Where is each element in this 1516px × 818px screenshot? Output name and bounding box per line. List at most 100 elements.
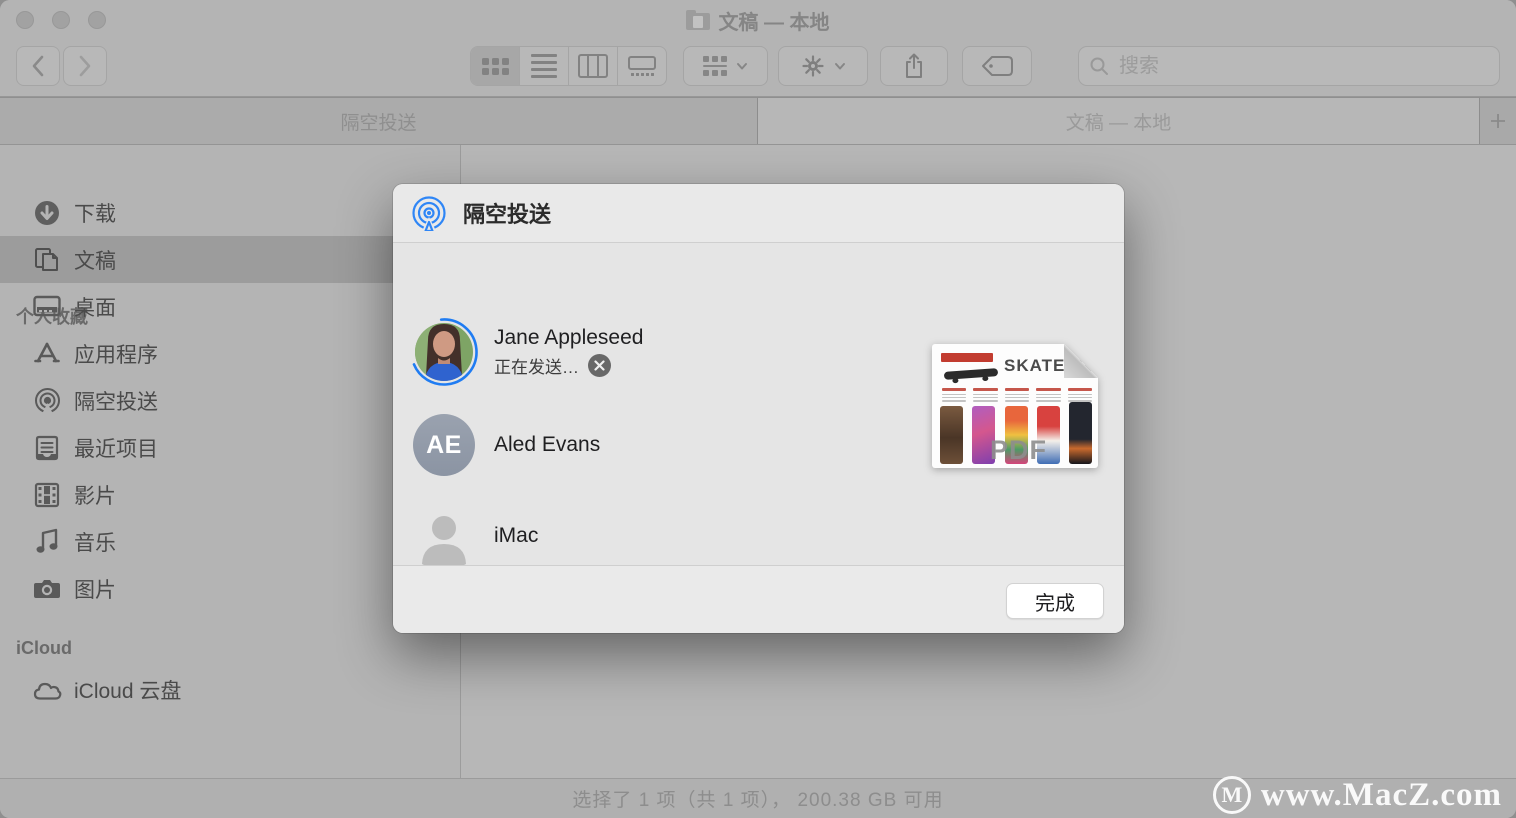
chevron-left-icon bbox=[31, 55, 45, 77]
tag-icon bbox=[980, 55, 1014, 77]
view-list-button[interactable] bbox=[520, 47, 569, 85]
avatar: AE bbox=[410, 411, 478, 479]
macz-logo-icon: M bbox=[1213, 776, 1251, 814]
page-fold-corner bbox=[1064, 344, 1098, 378]
avatar bbox=[410, 318, 478, 386]
music-note-icon bbox=[32, 527, 62, 557]
tab-label: 文稿 — 本地 bbox=[1066, 108, 1172, 135]
airdrop-device-imac[interactable]: iMac bbox=[410, 502, 538, 570]
tab-label: 隔空投送 bbox=[340, 108, 416, 135]
status-text: 选择了 1 项（共 1 项）， 200.38 GB 可用 bbox=[572, 785, 943, 812]
pdf-title-text: SKATE BOA bbox=[1004, 356, 1112, 376]
new-tab-button[interactable] bbox=[1479, 98, 1516, 144]
search-icon bbox=[1089, 56, 1109, 76]
airdrop-dialog-title: 隔空投送 bbox=[463, 197, 551, 229]
group-by-button[interactable] bbox=[683, 46, 768, 86]
sidebar-item-desktop[interactable]: 桌面 bbox=[0, 283, 461, 330]
pdf-red-banner bbox=[941, 353, 993, 362]
sidebar-item-airdrop[interactable]: 隔空投送 bbox=[0, 377, 461, 424]
person-name: Aled Evans bbox=[494, 433, 600, 457]
watermark: M www.MacZ.com bbox=[1213, 776, 1502, 814]
sidebar-item-music[interactable]: 音乐 bbox=[0, 518, 461, 565]
sidebar-item-recents[interactable]: 最近项目 bbox=[0, 424, 461, 471]
plus-icon bbox=[1489, 112, 1507, 130]
finder-window: 文稿 — 本地 bbox=[0, 0, 1516, 818]
generic-person-icon bbox=[410, 502, 478, 570]
airdrop-person-jane[interactable]: Jane Appleseed 正在发送… bbox=[410, 318, 643, 386]
sidebar-item-label: 桌面 bbox=[74, 292, 116, 322]
airdrop-dialog-footer: 完成 bbox=[393, 565, 1124, 633]
share-icon bbox=[903, 53, 925, 79]
search-input[interactable] bbox=[1117, 54, 1489, 79]
download-icon bbox=[32, 198, 62, 228]
cancel-send-button[interactable] bbox=[588, 354, 611, 377]
column-view-icon bbox=[578, 54, 608, 78]
airdrop-dialog: 隔空投送 bbox=[393, 184, 1124, 633]
list-view-icon bbox=[531, 54, 557, 78]
avatar bbox=[410, 502, 478, 570]
appstore-a-icon bbox=[32, 339, 62, 369]
desktop-icon bbox=[32, 292, 62, 322]
group-icon bbox=[703, 56, 727, 77]
sidebar-item-documents[interactable]: 文稿 bbox=[0, 236, 461, 283]
back-button[interactable] bbox=[16, 46, 60, 86]
sidebar-item-applications[interactable]: 应用程序 bbox=[0, 330, 461, 377]
window-title: 文稿 — 本地 bbox=[0, 0, 1516, 40]
person-name: iMac bbox=[494, 524, 538, 548]
sidebar-item-pictures[interactable]: 图片 bbox=[0, 565, 461, 612]
sidebar-item-label: 隔空投送 bbox=[74, 386, 158, 416]
view-switcher bbox=[470, 46, 667, 86]
action-menu-button[interactable] bbox=[778, 46, 868, 86]
sidebar-item-label: 最近项目 bbox=[74, 433, 158, 463]
folder-icon bbox=[686, 10, 710, 30]
share-button[interactable] bbox=[880, 46, 948, 86]
view-icons-button[interactable] bbox=[471, 47, 520, 85]
airdrop-person-aled[interactable]: AE Aled Evans bbox=[410, 411, 600, 479]
sidebar-item-label: 影片 bbox=[74, 480, 116, 510]
pdf-file-preview[interactable]: SKATE BOA PDF bbox=[932, 344, 1098, 468]
person-name: Jane Appleseed bbox=[494, 326, 643, 350]
pdf-text-columns bbox=[942, 388, 1092, 403]
sidebar-item-label: 下载 bbox=[74, 198, 116, 228]
recents-icon bbox=[32, 433, 62, 463]
tab-bar: 隔空投送 文稿 — 本地 bbox=[0, 97, 1516, 145]
close-icon bbox=[594, 360, 605, 371]
chevron-right-icon bbox=[78, 55, 92, 77]
sidebar-item-icloud-drive[interactable]: iCloud 云盘 bbox=[0, 666, 461, 713]
sidebar-item-label: 图片 bbox=[74, 574, 116, 604]
sidebar-item-movies[interactable]: 影片 bbox=[0, 471, 461, 518]
sidebar-section-icloud: iCloud bbox=[16, 638, 72, 659]
sidebar-item-label: 文稿 bbox=[74, 245, 116, 275]
toolbar bbox=[0, 40, 1516, 97]
airdrop-dialog-header: 隔空投送 bbox=[393, 184, 1124, 243]
tab-airdrop[interactable]: 隔空投送 bbox=[0, 98, 758, 144]
title-bar: 文稿 — 本地 bbox=[0, 0, 1516, 40]
cloud-icon bbox=[32, 675, 62, 705]
initials-avatar: AE bbox=[413, 414, 475, 476]
view-columns-button[interactable] bbox=[569, 47, 618, 85]
sidebar-item-downloads[interactable]: 下载 bbox=[0, 189, 461, 236]
tab-documents-local[interactable]: 文稿 — 本地 bbox=[758, 98, 1479, 144]
window-title-text: 文稿 — 本地 bbox=[718, 6, 829, 35]
skateboard-drawing bbox=[944, 368, 998, 380]
airdrop-blue-icon bbox=[411, 195, 447, 231]
documents-icon bbox=[32, 245, 62, 275]
pdf-badge: PDF bbox=[990, 435, 1047, 466]
search-field[interactable] bbox=[1078, 46, 1500, 86]
sending-status: 正在发送… bbox=[494, 353, 579, 378]
camera-icon bbox=[32, 574, 62, 604]
watermark-text: www.MacZ.com bbox=[1261, 777, 1502, 814]
forward-button[interactable] bbox=[63, 46, 107, 86]
grid-view-icon bbox=[482, 58, 509, 75]
gear-icon bbox=[801, 54, 825, 78]
sidebar: 个人收藏 下载 文稿 桌面 应用程序 bbox=[0, 145, 461, 778]
sidebar-item-label: iCloud 云盘 bbox=[74, 675, 181, 705]
chevron-down-icon bbox=[736, 60, 748, 72]
done-button[interactable]: 完成 bbox=[1006, 583, 1104, 619]
tag-button[interactable] bbox=[962, 46, 1032, 86]
view-gallery-button[interactable] bbox=[618, 47, 666, 85]
chevron-down-icon bbox=[834, 60, 846, 72]
film-icon bbox=[32, 480, 62, 510]
sidebar-item-label: 音乐 bbox=[74, 527, 116, 557]
airdrop-icon bbox=[32, 386, 62, 416]
